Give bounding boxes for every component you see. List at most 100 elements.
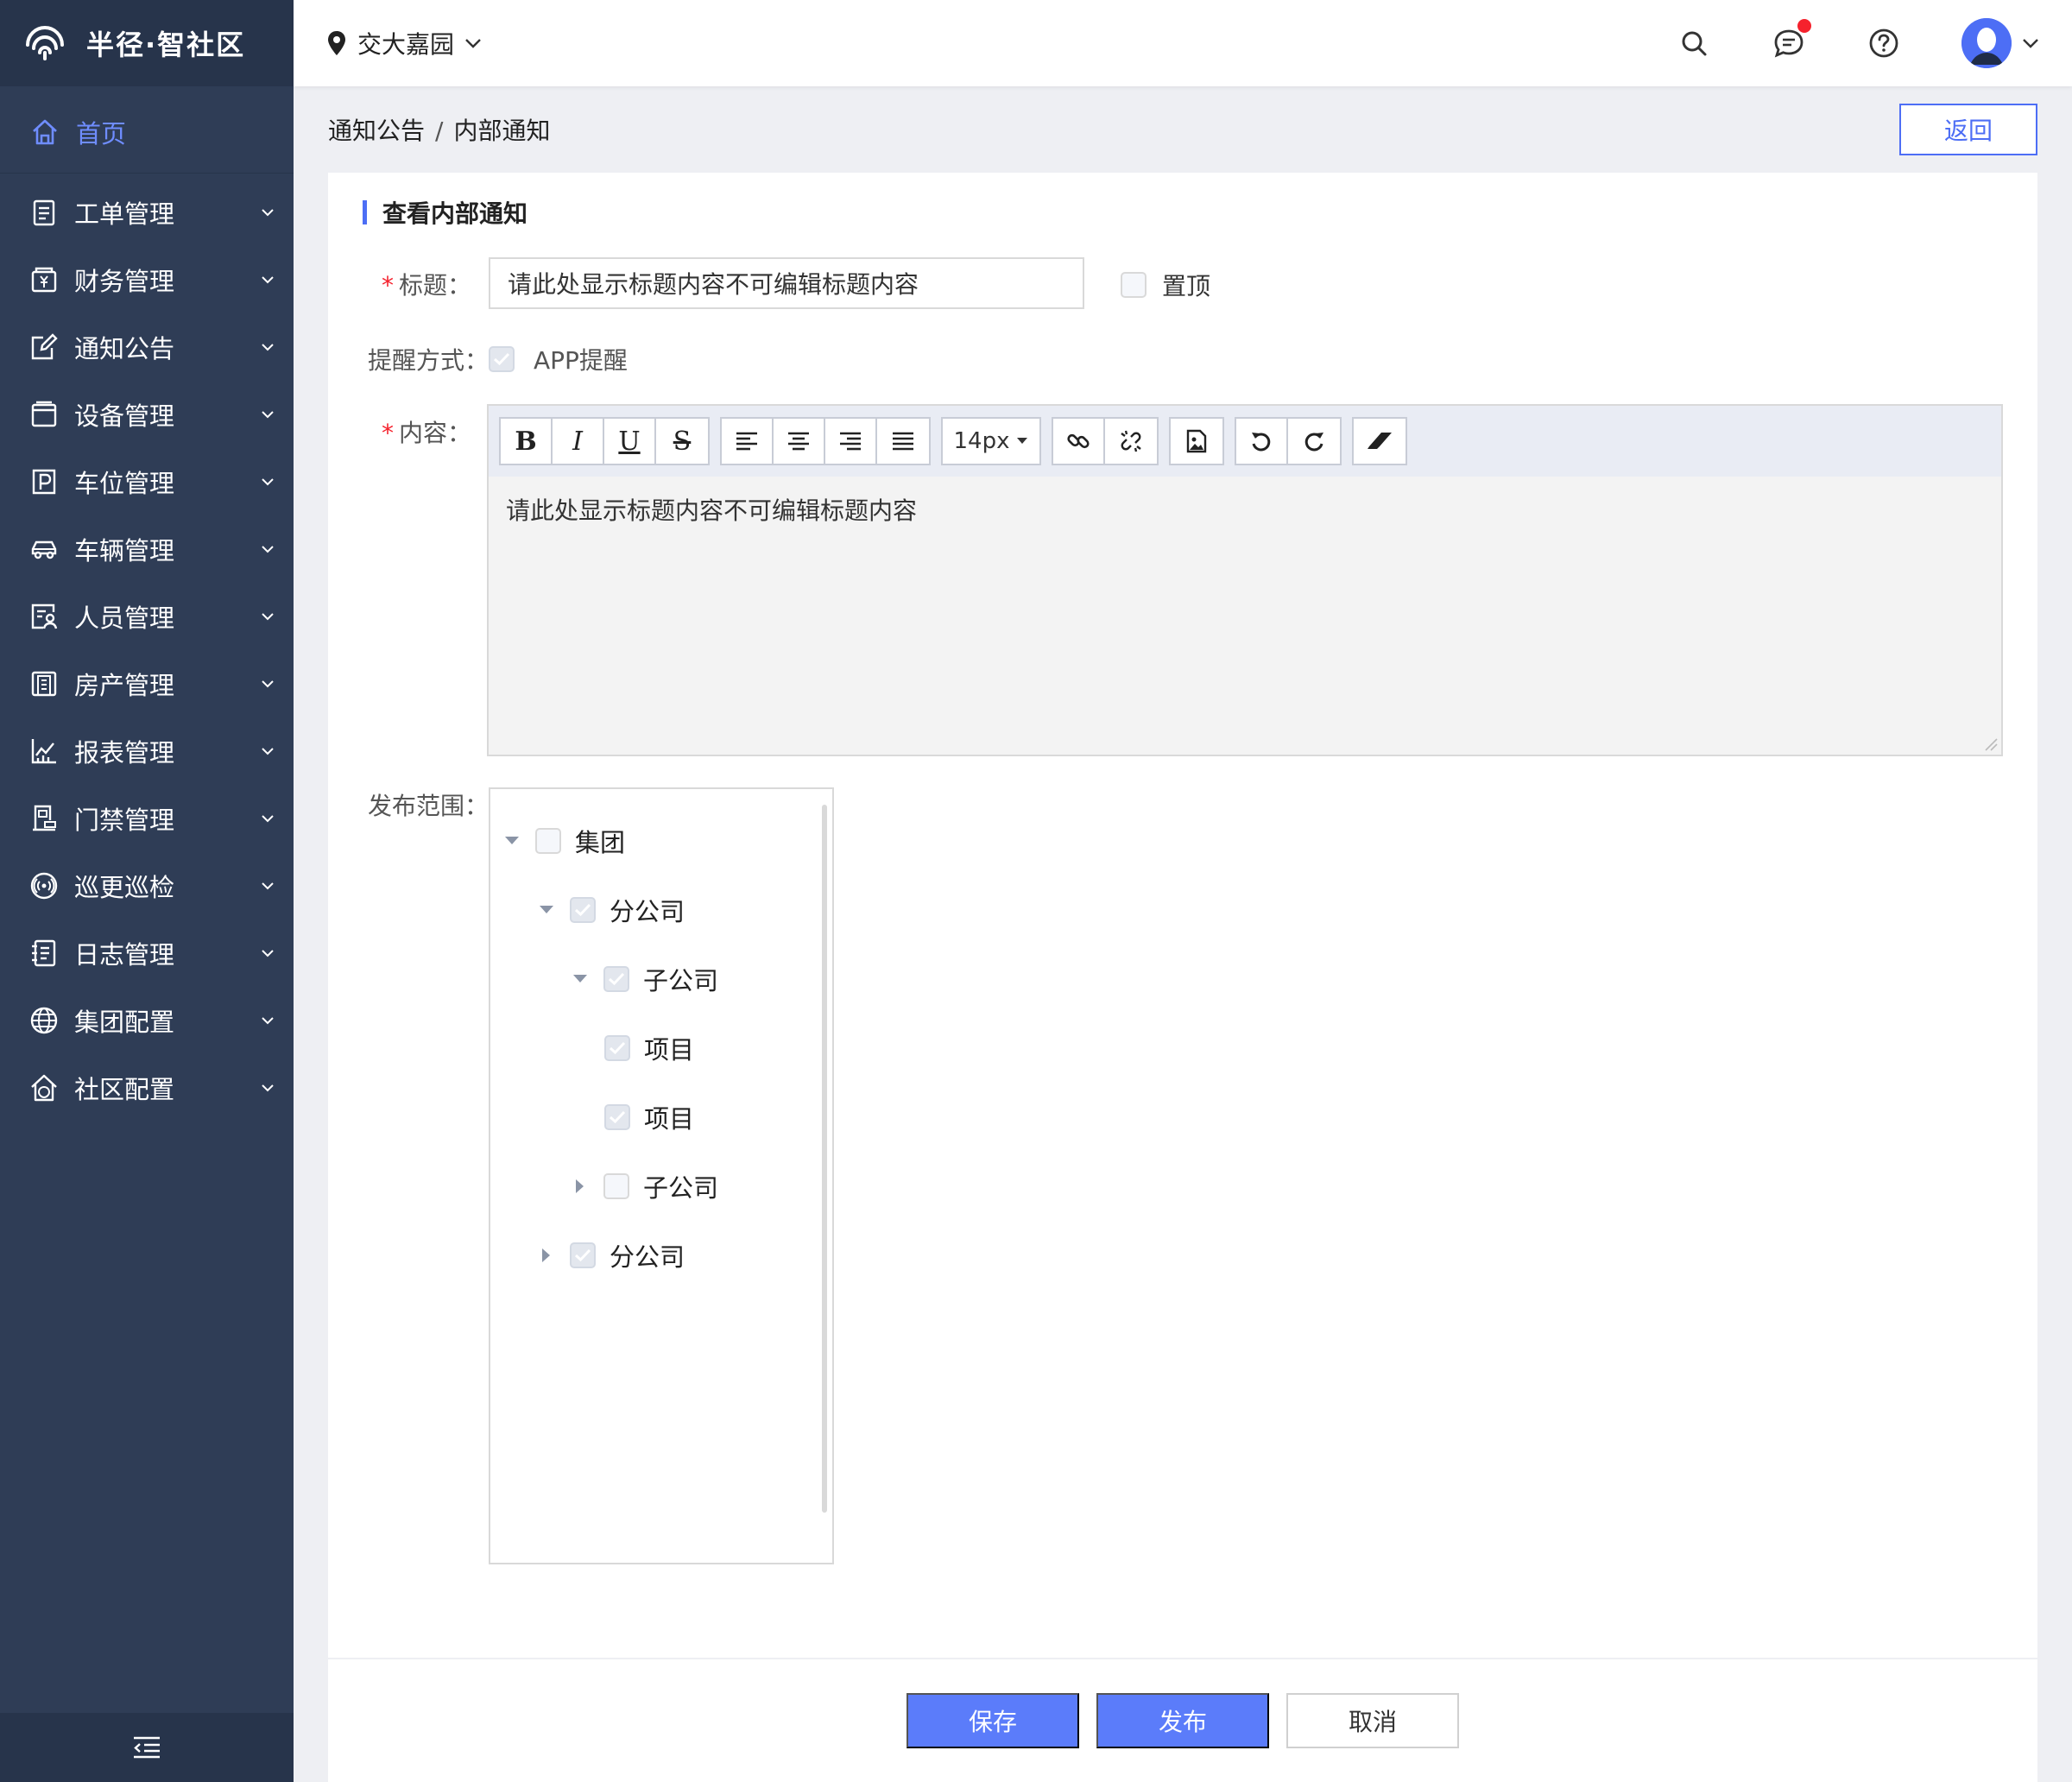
- align-center-button[interactable]: [774, 419, 825, 464]
- align-left-button[interactable]: [722, 419, 774, 464]
- search-button[interactable]: [1677, 26, 1711, 60]
- chevron-down-icon: [262, 680, 274, 688]
- tree-checkbox[interactable]: [570, 1242, 596, 1268]
- sidebar-item-6[interactable]: 车辆管理: [0, 515, 294, 583]
- sidebar-item-1[interactable]: 工单管理: [0, 179, 294, 246]
- tree-node[interactable]: 项目: [604, 1031, 694, 1065]
- title-input[interactable]: 请此处显示标题内容不可编辑标题内容: [489, 257, 1084, 309]
- sidebar-item-label: 社区配置: [74, 1075, 175, 1104]
- redo-button[interactable]: [1288, 419, 1340, 464]
- unread-badge: [1797, 19, 1811, 33]
- insert-image-button[interactable]: [1171, 419, 1222, 464]
- publish-button[interactable]: 发布: [1096, 1693, 1269, 1748]
- tree-checkbox[interactable]: [603, 1173, 629, 1199]
- format-group: B I U S: [499, 417, 710, 465]
- pin-top-option[interactable]: 置顶: [1121, 268, 1210, 302]
- breadcrumb-current: 内部通知: [453, 117, 551, 145]
- log-icon: [29, 938, 59, 968]
- caret-right-icon[interactable]: [571, 1179, 590, 1194]
- image-group: [1169, 417, 1224, 465]
- sidebar-item-11[interactable]: 巡更巡检: [0, 852, 294, 919]
- insert-link-button[interactable]: [1053, 419, 1105, 464]
- tree-node[interactable]: 分公司: [537, 893, 685, 927]
- tree-checkbox[interactable]: [603, 966, 629, 992]
- location-name: 交大嘉园: [357, 30, 455, 59]
- chevron-down-icon[interactable]: [2022, 37, 2039, 49]
- tree-checkbox[interactable]: [570, 897, 596, 923]
- signal-logo-icon: [26, 26, 64, 60]
- checkmark-icon: [608, 972, 625, 986]
- sidebar-item-7[interactable]: 人员管理: [0, 583, 294, 650]
- editor-content[interactable]: 请此处显示标题内容不可编辑标题内容: [489, 477, 2001, 542]
- strikethrough-button[interactable]: S: [656, 419, 708, 464]
- back-button[interactable]: 返回: [1899, 104, 2037, 155]
- sidebar-item-home[interactable]: 首页: [0, 91, 294, 174]
- tree-node[interactable]: 子公司: [571, 1169, 718, 1204]
- sidebar-item-9[interactable]: 报表管理: [0, 717, 294, 785]
- checkmark-icon: [574, 1248, 591, 1262]
- underline-button[interactable]: U: [604, 419, 656, 464]
- italic-button[interactable]: I: [553, 419, 604, 464]
- link-icon: [1067, 433, 1090, 449]
- sidebar-item-5[interactable]: 车位管理: [0, 448, 294, 515]
- map-pin-icon: [328, 31, 345, 55]
- sidebar-item-label: 人员管理: [74, 603, 175, 633]
- clear-group: [1352, 417, 1407, 465]
- tree-checkbox[interactable]: [604, 1104, 630, 1130]
- bold-button[interactable]: B: [501, 419, 553, 464]
- sidebar-item-label: 车辆管理: [74, 536, 175, 566]
- chevron-down-icon: [262, 815, 274, 823]
- sidebar-item-10[interactable]: 门禁管理: [0, 785, 294, 852]
- font-size-select[interactable]: 14px: [943, 419, 1039, 464]
- breadcrumb-parent[interactable]: 通知公告: [328, 117, 425, 145]
- collapse-menu-icon: [134, 1736, 160, 1759]
- sidebar-item-12[interactable]: 日志管理: [0, 919, 294, 987]
- chevron-down-icon: [262, 950, 274, 957]
- sidebar-item-4[interactable]: 设备管理: [0, 381, 294, 448]
- globe-icon: [29, 1006, 59, 1035]
- help-button[interactable]: [1867, 26, 1901, 60]
- caret-down-icon[interactable]: [537, 905, 556, 915]
- sidebar-item-label: 报表管理: [74, 738, 175, 768]
- cancel-button[interactable]: 取消: [1286, 1693, 1459, 1748]
- resize-handle-icon[interactable]: [1982, 736, 1998, 751]
- pin-checkbox[interactable]: [1121, 272, 1147, 298]
- messages-button[interactable]: [1772, 19, 1811, 60]
- clear-format-button[interactable]: [1354, 419, 1406, 464]
- undo-button[interactable]: [1236, 419, 1288, 464]
- tree-scrollbar[interactable]: [822, 805, 827, 1513]
- image-icon: [1186, 429, 1207, 453]
- tree-checkbox[interactable]: [604, 1035, 630, 1061]
- sidebar-item-14[interactable]: 社区配置: [0, 1054, 294, 1122]
- tree-checkbox[interactable]: [535, 828, 561, 854]
- app-logo[interactable]: 半径·智社区: [0, 0, 294, 86]
- tree-node[interactable]: 分公司: [537, 1238, 685, 1273]
- user-avatar-icon: [1961, 18, 2012, 68]
- align-right-button[interactable]: [825, 419, 877, 464]
- align-justify-button[interactable]: [877, 419, 929, 464]
- location-selector[interactable]: 交大嘉园: [326, 26, 492, 60]
- caret-down-icon: [1017, 438, 1028, 444]
- sidebar-item-3[interactable]: 通知公告: [0, 313, 294, 381]
- chevron-down-icon: [262, 209, 274, 217]
- user-avatar[interactable]: [1961, 18, 2012, 68]
- remove-link-button[interactable]: [1105, 419, 1157, 464]
- collapse-sidebar-button[interactable]: [0, 1713, 294, 1782]
- align-center-icon: [788, 432, 809, 451]
- patrol-icon: [29, 871, 59, 900]
- app-remind-label: APP提醒: [534, 346, 628, 375]
- caret-down-icon[interactable]: [502, 836, 521, 846]
- section-title-text: 查看内部通知: [382, 199, 528, 228]
- save-button[interactable]: 保存: [906, 1693, 1079, 1748]
- title-accent-bar: [363, 200, 367, 224]
- tree-node[interactable]: 项目: [604, 1100, 694, 1134]
- sidebar-item-8[interactable]: 房产管理: [0, 650, 294, 717]
- app-remind-checkbox[interactable]: [489, 346, 515, 372]
- caret-down-icon[interactable]: [571, 974, 590, 984]
- remind-option[interactable]: APP提醒: [489, 342, 628, 376]
- sidebar-item-2[interactable]: 财务管理: [0, 246, 294, 313]
- tree-node[interactable]: 子公司: [571, 962, 718, 996]
- caret-right-icon[interactable]: [537, 1248, 556, 1263]
- sidebar-item-13[interactable]: 集团配置: [0, 987, 294, 1054]
- tree-node[interactable]: 集团: [502, 824, 625, 858]
